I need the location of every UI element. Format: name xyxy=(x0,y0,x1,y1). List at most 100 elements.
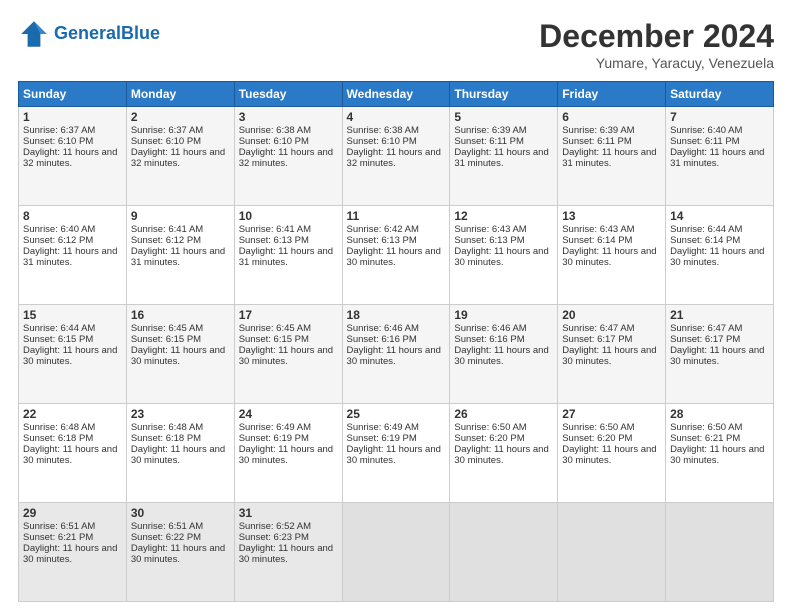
sunrise-label: Sunrise: 6:45 AM xyxy=(239,323,311,334)
daylight-label: Daylight: 11 hours and 31 minutes. xyxy=(23,246,117,268)
sunset-label: Sunset: 6:10 PM xyxy=(23,136,93,147)
daylight-label: Daylight: 11 hours and 32 minutes. xyxy=(23,147,117,169)
sunset-label: Sunset: 6:18 PM xyxy=(131,433,201,444)
sunset-label: Sunset: 6:13 PM xyxy=(239,235,309,246)
day-number: 25 xyxy=(347,407,446,421)
daylight-label: Daylight: 11 hours and 30 minutes. xyxy=(347,246,441,268)
sunset-label: Sunset: 6:10 PM xyxy=(347,136,417,147)
weekday-saturday: Saturday xyxy=(666,82,774,107)
day-number: 21 xyxy=(670,308,769,322)
daylight-label: Daylight: 11 hours and 30 minutes. xyxy=(239,345,333,367)
calendar-cell: 14 Sunrise: 6:44 AM Sunset: 6:14 PM Dayl… xyxy=(666,206,774,305)
logo-blue-text: Blue xyxy=(121,23,160,43)
calendar-cell: 5 Sunrise: 6:39 AM Sunset: 6:11 PM Dayli… xyxy=(450,107,558,206)
sunset-label: Sunset: 6:17 PM xyxy=(562,334,632,345)
calendar-cell: 23 Sunrise: 6:48 AM Sunset: 6:18 PM Dayl… xyxy=(126,404,234,503)
calendar-cell: 18 Sunrise: 6:46 AM Sunset: 6:16 PM Dayl… xyxy=(342,305,450,404)
header: GeneralBlue December 2024 Yumare, Yaracu… xyxy=(18,18,774,71)
sunrise-label: Sunrise: 6:50 AM xyxy=(670,422,742,433)
week-row-5: 29 Sunrise: 6:51 AM Sunset: 6:21 PM Dayl… xyxy=(19,503,774,602)
day-number: 31 xyxy=(239,506,338,520)
sunrise-label: Sunrise: 6:44 AM xyxy=(23,323,95,334)
sunset-label: Sunset: 6:11 PM xyxy=(670,136,740,147)
day-number: 14 xyxy=(670,209,769,223)
daylight-label: Daylight: 11 hours and 30 minutes. xyxy=(670,444,764,466)
day-number: 13 xyxy=(562,209,661,223)
day-number: 19 xyxy=(454,308,553,322)
sunset-label: Sunset: 6:20 PM xyxy=(454,433,524,444)
day-number: 6 xyxy=(562,110,661,124)
calendar-cell: 13 Sunrise: 6:43 AM Sunset: 6:14 PM Dayl… xyxy=(558,206,666,305)
sunrise-label: Sunrise: 6:47 AM xyxy=(670,323,742,334)
sunrise-label: Sunrise: 6:42 AM xyxy=(347,224,419,235)
calendar-cell: 28 Sunrise: 6:50 AM Sunset: 6:21 PM Dayl… xyxy=(666,404,774,503)
daylight-label: Daylight: 11 hours and 30 minutes. xyxy=(239,444,333,466)
sunset-label: Sunset: 6:11 PM xyxy=(454,136,524,147)
calendar-cell: 19 Sunrise: 6:46 AM Sunset: 6:16 PM Dayl… xyxy=(450,305,558,404)
daylight-label: Daylight: 11 hours and 32 minutes. xyxy=(131,147,225,169)
calendar-cell: 15 Sunrise: 6:44 AM Sunset: 6:15 PM Dayl… xyxy=(19,305,127,404)
sunrise-label: Sunrise: 6:44 AM xyxy=(670,224,742,235)
daylight-label: Daylight: 11 hours and 30 minutes. xyxy=(454,444,548,466)
calendar-cell: 30 Sunrise: 6:51 AM Sunset: 6:22 PM Dayl… xyxy=(126,503,234,602)
sunset-label: Sunset: 6:15 PM xyxy=(23,334,93,345)
sunrise-label: Sunrise: 6:39 AM xyxy=(562,125,634,136)
day-number: 26 xyxy=(454,407,553,421)
day-number: 17 xyxy=(239,308,338,322)
day-number: 22 xyxy=(23,407,122,421)
sunset-label: Sunset: 6:13 PM xyxy=(454,235,524,246)
sunset-label: Sunset: 6:23 PM xyxy=(239,532,309,543)
week-row-1: 1 Sunrise: 6:37 AM Sunset: 6:10 PM Dayli… xyxy=(19,107,774,206)
sunrise-label: Sunrise: 6:43 AM xyxy=(454,224,526,235)
sunrise-label: Sunrise: 6:52 AM xyxy=(239,521,311,532)
day-number: 29 xyxy=(23,506,122,520)
sunset-label: Sunset: 6:19 PM xyxy=(239,433,309,444)
calendar-cell: 11 Sunrise: 6:42 AM Sunset: 6:13 PM Dayl… xyxy=(342,206,450,305)
calendar-cell xyxy=(666,503,774,602)
day-number: 16 xyxy=(131,308,230,322)
day-number: 9 xyxy=(131,209,230,223)
sunrise-label: Sunrise: 6:49 AM xyxy=(239,422,311,433)
daylight-label: Daylight: 11 hours and 31 minutes. xyxy=(131,246,225,268)
sunrise-label: Sunrise: 6:51 AM xyxy=(23,521,95,532)
sunset-label: Sunset: 6:10 PM xyxy=(131,136,201,147)
daylight-label: Daylight: 11 hours and 32 minutes. xyxy=(239,147,333,169)
calendar-cell: 22 Sunrise: 6:48 AM Sunset: 6:18 PM Dayl… xyxy=(19,404,127,503)
sunset-label: Sunset: 6:22 PM xyxy=(131,532,201,543)
sunrise-label: Sunrise: 6:38 AM xyxy=(239,125,311,136)
day-number: 2 xyxy=(131,110,230,124)
sunset-label: Sunset: 6:12 PM xyxy=(131,235,201,246)
sunrise-label: Sunrise: 6:47 AM xyxy=(562,323,634,334)
location: Yumare, Yaracuy, Venezuela xyxy=(539,55,774,71)
day-number: 15 xyxy=(23,308,122,322)
day-number: 12 xyxy=(454,209,553,223)
sunrise-label: Sunrise: 6:46 AM xyxy=(347,323,419,334)
calendar-cell xyxy=(558,503,666,602)
calendar-cell: 12 Sunrise: 6:43 AM Sunset: 6:13 PM Dayl… xyxy=(450,206,558,305)
calendar-cell: 16 Sunrise: 6:45 AM Sunset: 6:15 PM Dayl… xyxy=(126,305,234,404)
sunrise-label: Sunrise: 6:39 AM xyxy=(454,125,526,136)
daylight-label: Daylight: 11 hours and 31 minutes. xyxy=(670,147,764,169)
weekday-sunday: Sunday xyxy=(19,82,127,107)
weekday-monday: Monday xyxy=(126,82,234,107)
daylight-label: Daylight: 11 hours and 31 minutes. xyxy=(454,147,548,169)
daylight-label: Daylight: 11 hours and 30 minutes. xyxy=(562,444,656,466)
sunset-label: Sunset: 6:10 PM xyxy=(239,136,309,147)
daylight-label: Daylight: 11 hours and 30 minutes. xyxy=(23,444,117,466)
month-title: December 2024 xyxy=(539,18,774,55)
sunrise-label: Sunrise: 6:48 AM xyxy=(131,422,203,433)
calendar-cell: 25 Sunrise: 6:49 AM Sunset: 6:19 PM Dayl… xyxy=(342,404,450,503)
sunset-label: Sunset: 6:16 PM xyxy=(347,334,417,345)
weekday-thursday: Thursday xyxy=(450,82,558,107)
sunset-label: Sunset: 6:16 PM xyxy=(454,334,524,345)
day-number: 4 xyxy=(347,110,446,124)
calendar-cell: 29 Sunrise: 6:51 AM Sunset: 6:21 PM Dayl… xyxy=(19,503,127,602)
logo-icon xyxy=(18,18,50,50)
daylight-label: Daylight: 11 hours and 30 minutes. xyxy=(454,345,548,367)
week-row-3: 15 Sunrise: 6:44 AM Sunset: 6:15 PM Dayl… xyxy=(19,305,774,404)
sunrise-label: Sunrise: 6:43 AM xyxy=(562,224,634,235)
sunset-label: Sunset: 6:14 PM xyxy=(562,235,632,246)
calendar-cell: 4 Sunrise: 6:38 AM Sunset: 6:10 PM Dayli… xyxy=(342,107,450,206)
sunset-label: Sunset: 6:21 PM xyxy=(23,532,93,543)
calendar-table: SundayMondayTuesdayWednesdayThursdayFrid… xyxy=(18,81,774,602)
